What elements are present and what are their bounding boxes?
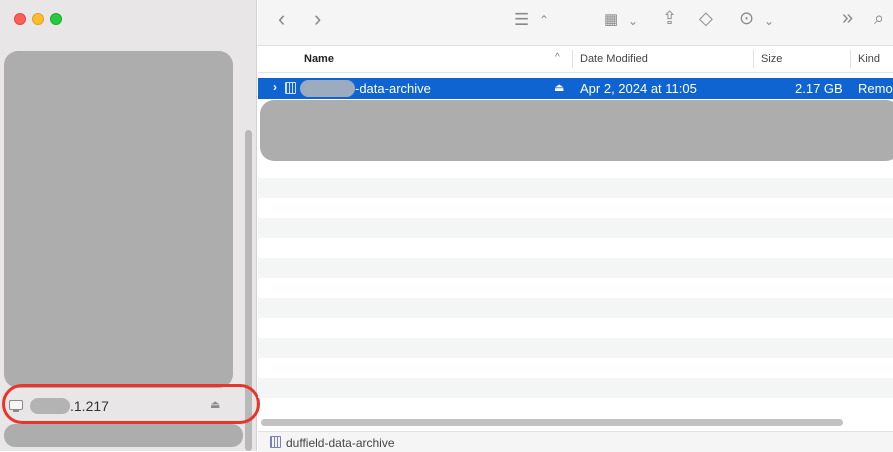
group-by-icon[interactable]: ▦	[604, 10, 618, 30]
redacted-rows-region	[260, 100, 893, 161]
column-divider[interactable]	[850, 50, 851, 68]
toolbar: ‹ › ☰ ⌃ ▦ ⌄ ⇪ ◇ ⊙ ⌄ » ⌕	[258, 0, 893, 46]
minimize-window-button[interactable]	[32, 13, 44, 25]
path-bar: duffield-data-archive	[258, 431, 893, 452]
file-kind: Remo	[858, 81, 893, 96]
more-chevron-down-icon[interactable]: ⌄	[764, 11, 774, 31]
more-actions-icon[interactable]: ⊙	[739, 8, 754, 28]
column-header: Name ^ Date Modified Size Kind	[258, 46, 893, 73]
column-divider[interactable]	[572, 50, 573, 68]
tag-icon[interactable]: ◇	[699, 8, 713, 28]
empty-row	[258, 178, 893, 198]
view-options-chevron-icon[interactable]: ⌃	[539, 10, 549, 30]
network-volume-icon	[270, 436, 281, 448]
sidebar: .1.217 ⏏	[0, 0, 260, 451]
table-row[interactable]: › -data-archive ⏏ Apr 2, 2024 at 11:05 2…	[258, 78, 893, 99]
horizontal-scrollbar[interactable]	[261, 419, 843, 426]
column-divider[interactable]	[753, 50, 754, 68]
group-chevron-down-icon[interactable]: ⌄	[628, 11, 638, 31]
back-chevron-icon[interactable]: ‹	[278, 8, 285, 30]
file-size: 2.17 GB	[795, 81, 843, 96]
redacted-sidebar-bottom	[4, 424, 243, 447]
empty-row	[258, 258, 893, 278]
column-kind-header[interactable]: Kind	[858, 53, 880, 65]
sort-ascending-icon[interactable]: ^	[555, 52, 560, 63]
forward-chevron-icon[interactable]: ›	[314, 8, 321, 30]
empty-row	[258, 338, 893, 358]
column-date-header[interactable]: Date Modified	[580, 53, 648, 65]
search-icon[interactable]: ⌕	[874, 8, 884, 28]
path-bar-item[interactable]: duffield-data-archive	[286, 436, 395, 450]
file-name: -data-archive	[355, 81, 431, 96]
list-view-icon[interactable]: ☰	[514, 10, 529, 30]
toolbar-overflow-icon[interactable]: »	[842, 8, 853, 28]
close-window-button[interactable]	[14, 13, 26, 25]
maximize-window-button[interactable]	[50, 13, 62, 25]
share-icon[interactable]: ⇪	[662, 8, 677, 28]
network-volume-icon	[285, 82, 296, 94]
file-date-modified: Apr 2, 2024 at 11:05	[580, 81, 697, 96]
annotation-highlight-circle	[2, 384, 260, 424]
disclosure-chevron-icon[interactable]: ›	[273, 80, 277, 94]
eject-icon[interactable]: ⏏	[554, 81, 564, 94]
redacted-sidebar-region	[4, 51, 233, 388]
column-size-header[interactable]: Size	[761, 53, 782, 65]
empty-row	[258, 378, 893, 398]
empty-row	[258, 218, 893, 238]
column-name-header[interactable]: Name	[304, 53, 334, 65]
redacted-name-prefix	[300, 80, 355, 97]
file-list: › -data-archive ⏏ Apr 2, 2024 at 11:05 2…	[258, 78, 893, 415]
empty-row	[258, 298, 893, 318]
